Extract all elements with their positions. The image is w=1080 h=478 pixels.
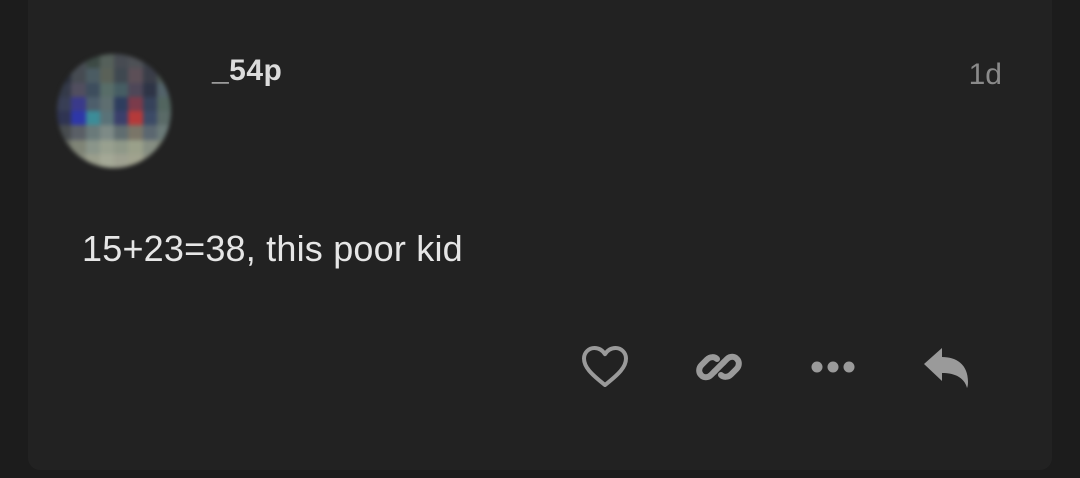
avatar-pixel <box>114 68 129 83</box>
reply-icon <box>924 348 968 388</box>
avatar-pixel <box>114 139 129 154</box>
post-body: 15+23=38, this poor kid <box>82 228 463 269</box>
avatar-image <box>57 54 171 168</box>
avatar-pixel <box>71 111 86 126</box>
avatar-pixel <box>142 68 157 83</box>
avatar-pixel <box>128 68 143 83</box>
avatar-pixel <box>99 153 114 168</box>
avatar-pixel <box>99 54 114 69</box>
avatar-pixel <box>99 139 114 154</box>
avatar-pixel <box>128 111 143 126</box>
avatar-pixel <box>156 111 171 126</box>
link-icon <box>696 353 742 381</box>
avatar-pixel <box>85 125 100 140</box>
avatar-pixel <box>99 125 114 140</box>
ellipsis-icon <box>811 361 855 373</box>
post-timestamp[interactable]: 1d <box>969 58 1002 92</box>
avatar-pixel <box>142 111 157 126</box>
avatar-pixel <box>114 82 129 97</box>
avatar-pixel <box>85 82 100 97</box>
avatar-pixel <box>99 96 114 111</box>
heart-icon <box>582 346 628 387</box>
avatar-pixel <box>57 111 72 126</box>
avatar-pixel <box>114 54 129 69</box>
post-actions <box>0 342 1080 392</box>
avatar-pixel <box>142 82 157 97</box>
avatar-pixel <box>71 82 86 97</box>
avatar-pixel <box>114 96 129 111</box>
avatar-pixel <box>85 68 100 83</box>
avatar-pixel <box>71 125 86 140</box>
avatar-pixel <box>156 96 171 111</box>
avatar-pixel <box>128 139 143 154</box>
avatar-pixel <box>142 125 157 140</box>
avatar-pixel <box>114 125 129 140</box>
reply-button[interactable] <box>922 342 972 392</box>
avatar-pixel <box>128 125 143 140</box>
avatar-pixel <box>99 68 114 83</box>
avatar-pixel <box>128 96 143 111</box>
avatar-pixel <box>114 111 129 126</box>
avatar[interactable] <box>57 54 171 168</box>
avatar-pixel <box>57 96 72 111</box>
post-username[interactable]: _54p <box>212 54 282 88</box>
share-link-button[interactable] <box>694 342 744 392</box>
avatar-pixel <box>71 68 86 83</box>
avatar-pixel <box>99 82 114 97</box>
more-options-button[interactable] <box>808 342 858 392</box>
avatar-pixel <box>128 82 143 97</box>
page: _54p 1d 15+23=38, this poor kid <box>0 0 1080 478</box>
avatar-pixel <box>142 96 157 111</box>
avatar-pixel <box>85 139 100 154</box>
avatar-pixel <box>85 111 100 126</box>
avatar-pixel <box>71 96 86 111</box>
avatar-pixel <box>114 153 129 168</box>
avatar-pixel <box>85 96 100 111</box>
avatar-pixel <box>71 139 86 154</box>
like-button[interactable] <box>580 342 630 392</box>
avatar-pixel <box>99 111 114 126</box>
